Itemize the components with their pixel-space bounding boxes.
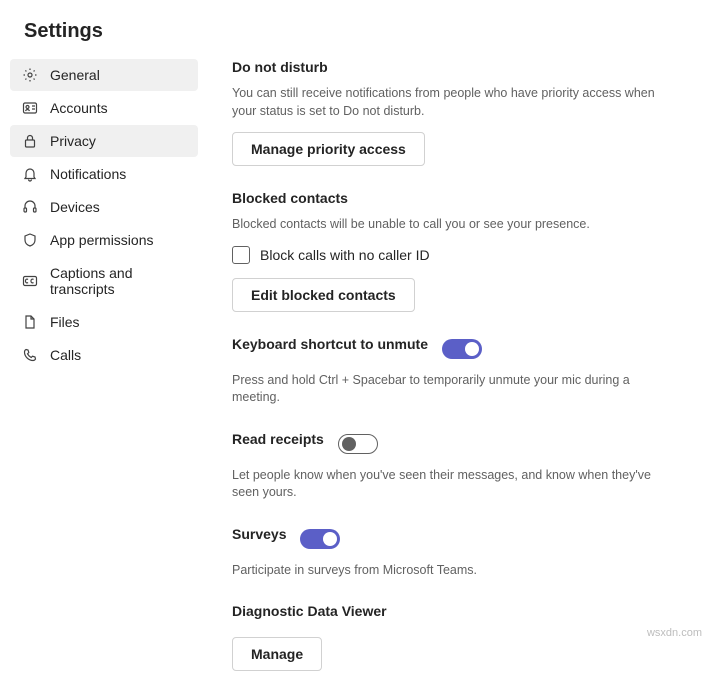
sidebar-item-label: App permissions bbox=[50, 232, 154, 248]
file-icon bbox=[22, 314, 38, 330]
section-blocked: Blocked contacts Blocked contacts will b… bbox=[232, 190, 678, 312]
sidebar-item-label: Notifications bbox=[50, 166, 126, 182]
section-title-blocked: Blocked contacts bbox=[232, 190, 348, 206]
section-title-dnd: Do not disturb bbox=[232, 59, 328, 75]
section-surveys: Surveys Participate in surveys from Micr… bbox=[232, 526, 678, 580]
sidebar-item-calls[interactable]: Calls bbox=[10, 339, 198, 371]
section-desc-unmute: Press and hold Ctrl + Spacebar to tempor… bbox=[232, 372, 678, 407]
read-receipts-toggle[interactable] bbox=[338, 434, 378, 454]
main-panel: Do not disturb You can still receive not… bbox=[208, 59, 708, 695]
sidebar-item-label: Captions and transcripts bbox=[50, 265, 186, 297]
section-title-read-receipts: Read receipts bbox=[232, 431, 324, 447]
lock-icon bbox=[22, 133, 38, 149]
sidebar-item-label: Privacy bbox=[50, 133, 96, 149]
section-unmute: Keyboard shortcut to unmute Press and ho… bbox=[232, 336, 678, 407]
unmute-toggle[interactable] bbox=[442, 339, 482, 359]
sidebar-item-label: Calls bbox=[50, 347, 81, 363]
sidebar: General Accounts Privacy Notifications D bbox=[0, 59, 208, 695]
gear-icon bbox=[22, 67, 38, 83]
sidebar-item-privacy[interactable]: Privacy bbox=[10, 125, 198, 157]
surveys-toggle[interactable] bbox=[300, 529, 340, 549]
section-desc-dnd: You can still receive notifications from… bbox=[232, 85, 678, 120]
section-desc-blocked: Blocked contacts will be unable to call … bbox=[232, 216, 678, 234]
sidebar-item-notifications[interactable]: Notifications bbox=[10, 158, 198, 190]
section-title-surveys: Surveys bbox=[232, 526, 286, 542]
section-read-receipts: Read receipts Let people know when you'v… bbox=[232, 431, 678, 502]
section-dnd: Do not disturb You can still receive not… bbox=[232, 59, 678, 166]
manage-priority-access-button[interactable]: Manage priority access bbox=[232, 132, 425, 166]
sidebar-item-files[interactable]: Files bbox=[10, 306, 198, 338]
block-no-caller-id-label: Block calls with no caller ID bbox=[260, 247, 430, 263]
watermark: wsxdn.com bbox=[647, 627, 702, 639]
phone-icon bbox=[22, 347, 38, 363]
sidebar-item-accounts[interactable]: Accounts bbox=[10, 92, 198, 124]
id-card-icon bbox=[22, 100, 38, 116]
headset-icon bbox=[22, 199, 38, 215]
sidebar-item-captions[interactable]: Captions and transcripts bbox=[10, 257, 198, 305]
section-title-diag: Diagnostic Data Viewer bbox=[232, 603, 387, 619]
block-no-caller-id-checkbox[interactable] bbox=[232, 246, 250, 264]
sidebar-item-label: General bbox=[50, 67, 100, 83]
section-title-unmute: Keyboard shortcut to unmute bbox=[232, 336, 428, 352]
section-desc-surveys: Participate in surveys from Microsoft Te… bbox=[232, 562, 678, 580]
edit-blocked-contacts-button[interactable]: Edit blocked contacts bbox=[232, 278, 415, 312]
sidebar-item-label: Devices bbox=[50, 199, 100, 215]
sidebar-item-app-permissions[interactable]: App permissions bbox=[10, 224, 198, 256]
sidebar-item-devices[interactable]: Devices bbox=[10, 191, 198, 223]
diagnostic-manage-button[interactable]: Manage bbox=[232, 637, 322, 671]
bell-icon bbox=[22, 166, 38, 182]
cc-icon bbox=[22, 273, 38, 289]
page-title: Settings bbox=[0, 0, 708, 59]
section-desc-read-receipts: Let people know when you've seen their m… bbox=[232, 467, 678, 502]
section-diag: Diagnostic Data Viewer Manage bbox=[232, 603, 678, 671]
sidebar-item-general[interactable]: General bbox=[10, 59, 198, 91]
sidebar-item-label: Accounts bbox=[50, 100, 108, 116]
sidebar-item-label: Files bbox=[50, 314, 80, 330]
shield-icon bbox=[22, 232, 38, 248]
